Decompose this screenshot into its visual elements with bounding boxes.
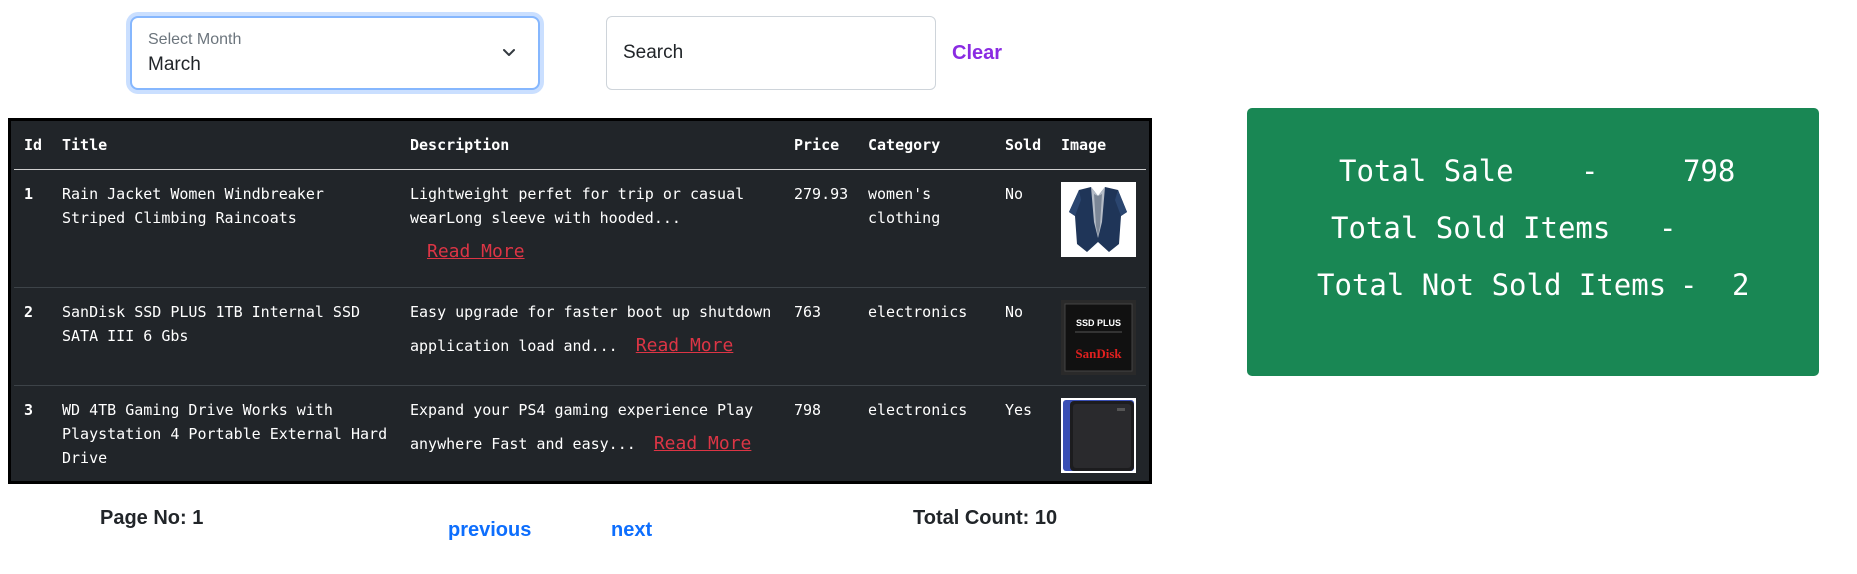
ssd-image-brand: SanDisk bbox=[1075, 346, 1122, 361]
stats-card: Total Sale - 798 Total Sold Items - Tota… bbox=[1247, 108, 1819, 376]
table-row: 3 WD 4TB Gaming Drive Works with Playsta… bbox=[14, 386, 1146, 486]
row-price: 798 bbox=[794, 401, 822, 419]
row-id: 3 bbox=[24, 401, 34, 419]
row-description-cell: Lightweight perfet for trip or casual we… bbox=[400, 169, 784, 288]
table-row: 2 SanDisk SSD PLUS 1TB Internal SSD SATA… bbox=[14, 287, 1146, 386]
header-description: Description bbox=[400, 121, 784, 170]
total-count: Total Count: 10 bbox=[913, 507, 1058, 529]
read-more-link[interactable]: Read More bbox=[427, 240, 778, 264]
row-category: electronics bbox=[868, 401, 968, 419]
previous-button[interactable]: previous bbox=[448, 519, 531, 542]
row-price: 763 bbox=[784, 287, 858, 386]
ssd-image: SSD PLUS SanDisk bbox=[1061, 300, 1136, 375]
jacket-image bbox=[1061, 182, 1136, 257]
row-title: WD 4TB Gaming Drive Works with Playstati… bbox=[62, 401, 388, 467]
row-sold: Yes bbox=[1005, 401, 1033, 419]
total-sale-value: 798 bbox=[1683, 154, 1736, 188]
products-table: Id Title Description Price Category Sold… bbox=[8, 118, 1152, 484]
month-select-value: March bbox=[148, 54, 201, 75]
row-description-cell: Expand your PS4 gaming experience Play a… bbox=[400, 386, 784, 486]
total-sale-separator: - bbox=[1581, 154, 1599, 188]
total-sold-separator: - bbox=[1659, 211, 1677, 245]
header-id: Id bbox=[14, 121, 52, 170]
header-category: Category bbox=[858, 121, 995, 170]
row-image-cell: SSD PLUS SanDisk bbox=[1051, 287, 1146, 386]
header-title: Title bbox=[52, 121, 400, 170]
row-category: women's clothing bbox=[858, 169, 995, 288]
table-header-row: Id Title Description Price Category Sold… bbox=[14, 121, 1146, 170]
total-not-sold-value: 2 bbox=[1732, 268, 1750, 302]
header-price: Price bbox=[784, 121, 858, 170]
table-row: 1 Rain Jacket Women Windbreaker Striped … bbox=[14, 169, 1146, 288]
month-select[interactable]: Select Month March bbox=[130, 16, 540, 90]
total-sold-label: Total Sold Items bbox=[1331, 211, 1611, 245]
row-price: 279.93 bbox=[784, 169, 858, 288]
row-id: 2 bbox=[14, 287, 52, 386]
chevron-down-icon bbox=[503, 49, 515, 56]
read-more-link[interactable]: Read More bbox=[636, 335, 734, 356]
row-image-cell bbox=[1051, 169, 1146, 288]
row-sold: No bbox=[995, 169, 1051, 288]
row-sold: No bbox=[995, 287, 1051, 386]
row-id: 1 bbox=[14, 169, 52, 288]
total-not-sold-separator: - bbox=[1680, 268, 1698, 302]
row-description: Lightweight perfet for trip or casual we… bbox=[410, 185, 745, 227]
clear-button[interactable]: Clear bbox=[952, 42, 1002, 65]
header-image: Image bbox=[1051, 121, 1146, 170]
total-sale-label: Total Sale bbox=[1339, 154, 1514, 188]
next-button[interactable]: next bbox=[611, 519, 652, 542]
read-more-link[interactable]: Read More bbox=[654, 433, 752, 454]
row-category: electronics bbox=[858, 287, 995, 386]
header-sold: Sold bbox=[995, 121, 1051, 170]
row-image-cell bbox=[1051, 386, 1146, 486]
row-title: Rain Jacket Women Windbreaker Striped Cl… bbox=[52, 169, 400, 288]
month-select-label: Select Month bbox=[148, 31, 242, 48]
total-not-sold-label: Total Not Sold Items bbox=[1317, 268, 1667, 302]
row-description-cell: Easy upgrade for faster boot up shutdown… bbox=[400, 287, 784, 386]
row-title: SanDisk SSD PLUS 1TB Internal SSD SATA I… bbox=[52, 287, 400, 386]
search-input[interactable] bbox=[606, 16, 936, 90]
page-number: Page No: 1 bbox=[100, 507, 204, 529]
hard-drive-image bbox=[1061, 398, 1136, 473]
ssd-image-label: SSD PLUS bbox=[1076, 318, 1121, 328]
